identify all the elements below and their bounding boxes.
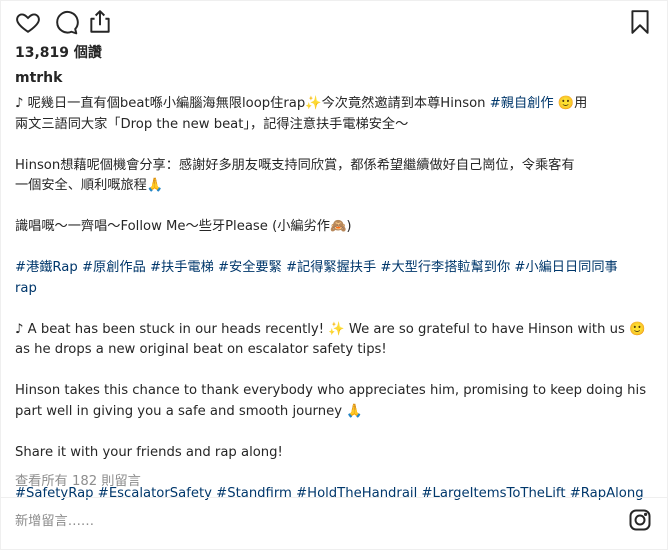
hashtag[interactable]: #Standfirm: [216, 486, 292, 501]
caption-line: 一個安全、順利嘅旅程🙏: [15, 178, 164, 193]
like-count[interactable]: 13,819 個讚: [15, 42, 102, 62]
hashtag[interactable]: #大型行李搭𨋢幫到你: [380, 260, 510, 275]
caption-line: ♪ A beat has been stuck in our heads rec…: [15, 321, 646, 337]
view-all-comments-link[interactable]: 查看所有 182 則留言: [15, 470, 141, 489]
comment-input[interactable]: [15, 510, 575, 532]
hashtag[interactable]: #親自創作: [490, 96, 554, 111]
comment-bubble-icon[interactable]: [52, 8, 80, 36]
hashtag[interactable]: #RapAlong: [570, 486, 644, 501]
username[interactable]: mtrhk: [15, 70, 62, 86]
divider: [0, 497, 668, 498]
bookmark-icon[interactable]: [626, 8, 654, 36]
hashtag[interactable]: #HoldTheHandrail: [296, 486, 417, 501]
hashtag[interactable]: #原創作品: [82, 260, 146, 275]
hashtag[interactable]: #港鐵Rap: [15, 260, 78, 275]
hashtag[interactable]: #記得緊握扶手: [286, 260, 376, 275]
hashtag[interactable]: #扶手電梯: [150, 260, 214, 275]
caption: ♪ 呢幾日一直有個beat喺小編腦海無限loop住rap✨今次竟然邀請到本尊Hi…: [15, 94, 655, 504]
hashtag-line: #港鐵Rap #原創作品 #扶手電梯 #安全要緊 #記得緊握扶手 #大型行李搭𨋢…: [15, 258, 655, 279]
caption-line: Hinson takes this chance to thank everyb…: [15, 383, 647, 398]
caption-line: Share it with your friends and rap along…: [15, 444, 283, 460]
caption-line: ♪ 呢幾日一直有個beat喺小編腦海無限loop住rap✨今次竟然邀請到本尊Hi…: [15, 96, 588, 111]
hashtag[interactable]: #LargeItemsToTheLift: [421, 486, 565, 501]
heart-icon[interactable]: [14, 8, 42, 36]
caption-line: 識唱嘅～一齊唱～Follow Me～些牙Please (小編劣作🙈): [15, 219, 352, 234]
caption-line: part well in giving you a safe and smoot…: [15, 403, 363, 419]
hashtag[interactable]: rap: [15, 281, 37, 296]
share-icon[interactable]: [86, 8, 114, 36]
action-bar: [14, 8, 654, 38]
hashtag[interactable]: #小編日日同同事: [514, 260, 617, 275]
hashtag[interactable]: #安全要緊: [218, 260, 282, 275]
caption-line: 兩文三語同大家「Drop the new beat」，記得注意扶手電梯安全～: [15, 116, 409, 132]
caption-line: as he drops a new original beat on escal…: [15, 342, 387, 357]
instagram-icon[interactable]: [628, 508, 652, 532]
caption-line: Hinson想藉呢個機會分享：感謝好多朋友嘅支持同欣賞，都係希望繼續做好自己崗位…: [15, 157, 575, 173]
hashtag-line: rap: [15, 279, 655, 300]
